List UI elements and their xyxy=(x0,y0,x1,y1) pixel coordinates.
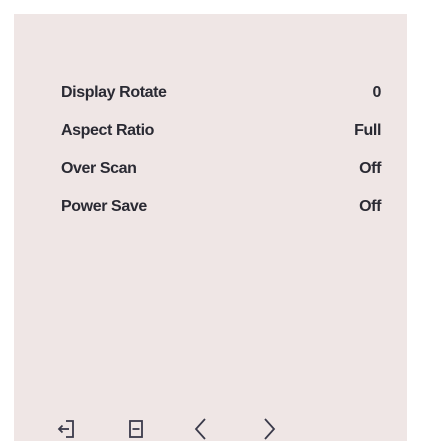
setting-label: Over Scan xyxy=(61,160,137,177)
menu-select-button[interactable] xyxy=(121,412,151,446)
setting-label: Display Rotate xyxy=(61,84,167,101)
setting-label: Power Save xyxy=(61,198,147,215)
previous-button[interactable] xyxy=(186,412,216,446)
settings-list: Display Rotate 0 Aspect Ratio Full Over … xyxy=(61,74,391,226)
chevron-right-icon xyxy=(264,418,276,440)
chevron-left-icon xyxy=(194,418,206,440)
menu-select-icon xyxy=(129,420,143,438)
setting-value: Full xyxy=(354,122,381,139)
bottom-button-bar xyxy=(52,412,292,446)
setting-row-power-save[interactable]: Power Save Off xyxy=(61,188,391,226)
setting-value: 0 xyxy=(372,84,382,101)
setting-row-over-scan[interactable]: Over Scan Off xyxy=(61,150,391,188)
setting-row-aspect-ratio[interactable]: Aspect Ratio Full xyxy=(61,112,391,150)
setting-value: Off xyxy=(359,160,381,177)
setting-row-display-rotate[interactable]: Display Rotate 0 xyxy=(61,74,391,112)
osd-menu-panel: Display Rotate 0 Aspect Ratio Full Over … xyxy=(14,14,407,441)
next-button[interactable] xyxy=(254,412,284,446)
exit-button[interactable] xyxy=(52,412,82,446)
setting-value: Off xyxy=(359,198,381,215)
exit-icon xyxy=(57,420,74,438)
setting-label: Aspect Ratio xyxy=(61,122,154,139)
